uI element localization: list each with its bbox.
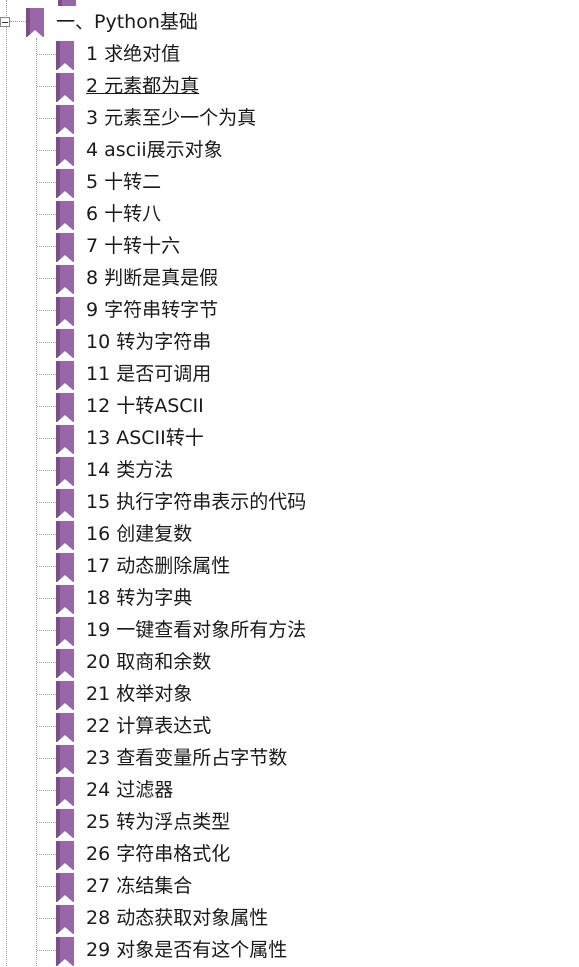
bookmark-icon bbox=[56, 361, 74, 391]
bookmark-icon bbox=[56, 265, 74, 295]
tree-connector bbox=[37, 182, 56, 183]
tree-connector bbox=[37, 854, 56, 855]
tree-node-item[interactable]: 28 动态获取对象属性 bbox=[86, 906, 268, 930]
tree-connector bbox=[37, 694, 56, 695]
bookmark-icon bbox=[56, 649, 74, 679]
bookmark-icon bbox=[56, 585, 74, 615]
tree-connector bbox=[37, 406, 56, 407]
tree-node-item[interactable]: 18 转为字典 bbox=[86, 586, 192, 610]
bookmark-icon bbox=[56, 713, 74, 743]
tree-node-item[interactable]: 25 转为浮点类型 bbox=[86, 810, 230, 834]
tree-node-item[interactable]: 6 十转八 bbox=[86, 202, 161, 226]
bookmark-icon bbox=[56, 905, 74, 935]
tree-connector bbox=[37, 86, 56, 87]
tree-connector bbox=[37, 662, 56, 663]
tree-node-item[interactable]: 27 冻结集合 bbox=[86, 874, 192, 898]
bookmark-icon bbox=[56, 681, 74, 711]
tree-connector bbox=[37, 822, 56, 823]
bookmark-icon bbox=[56, 137, 74, 167]
tree-node-item[interactable]: 14 类方法 bbox=[86, 458, 173, 482]
tree-node-item[interactable]: 12 十转ASCII bbox=[86, 394, 204, 418]
bookmark-icon bbox=[56, 201, 74, 231]
tree-connector bbox=[37, 150, 56, 151]
tree-connector bbox=[37, 54, 56, 55]
tree-node-item[interactable]: 23 查看变量所占字节数 bbox=[86, 746, 287, 770]
tree-guide-line bbox=[6, 0, 7, 966]
tree-node-item[interactable]: 22 计算表达式 bbox=[86, 714, 211, 738]
tree-connector bbox=[37, 726, 56, 727]
tree-connector bbox=[37, 886, 56, 887]
tree-node-item[interactable]: 11 是否可调用 bbox=[86, 362, 211, 386]
tree-connector bbox=[37, 118, 56, 119]
bookmark-icon bbox=[56, 873, 74, 903]
tree-node-item[interactable]: 4 ascii展示对象 bbox=[86, 138, 223, 162]
tree-node-item[interactable]: 19 一键查看对象所有方法 bbox=[86, 618, 306, 642]
tree-connector bbox=[37, 342, 56, 343]
tree-connector bbox=[37, 310, 56, 311]
tree-connector bbox=[37, 950, 56, 951]
bookmark-icon bbox=[56, 105, 74, 135]
tree-node-item[interactable]: 13 ASCII转十 bbox=[86, 426, 204, 450]
tree-connector bbox=[37, 374, 56, 375]
bookmark-icon bbox=[56, 521, 74, 551]
bookmark-icon bbox=[56, 457, 74, 487]
bookmark-icon bbox=[56, 425, 74, 455]
tree-connector bbox=[37, 598, 56, 599]
tree-node-item[interactable]: 10 转为字符串 bbox=[86, 330, 211, 354]
bookmark-icon bbox=[56, 297, 74, 327]
bookmark-icon bbox=[56, 841, 74, 871]
tree-node-item[interactable]: 29 对象是否有这个属性 bbox=[86, 938, 287, 962]
tree-node-item[interactable]: 20 取商和余数 bbox=[86, 650, 211, 674]
tree-connector bbox=[37, 630, 56, 631]
tree-node-item[interactable]: 17 动态删除属性 bbox=[86, 554, 230, 578]
bookmark-icon bbox=[56, 393, 74, 423]
bookmark-icon bbox=[26, 8, 44, 38]
bookmark-icon bbox=[56, 169, 74, 199]
bookmark-icon bbox=[56, 617, 74, 647]
tree-node-root[interactable]: 一、Python基础 bbox=[56, 10, 198, 34]
tree-node-item[interactable]: 26 字符串格式化 bbox=[86, 842, 230, 866]
tree-connector bbox=[37, 534, 56, 535]
bookmark-icon bbox=[56, 73, 74, 103]
tree-node-item[interactable]: 16 创建复数 bbox=[86, 522, 192, 546]
tree-node-item[interactable]: 21 枚举对象 bbox=[86, 682, 192, 706]
tree-connector bbox=[37, 758, 56, 759]
tree-node-item[interactable]: 5 十转二 bbox=[86, 170, 161, 194]
bookmark-icon bbox=[58, 0, 76, 6]
tree-node-item[interactable]: 7 十转十六 bbox=[86, 234, 180, 258]
tree-node-item[interactable]: 9 字符串转字节 bbox=[86, 298, 218, 322]
collapse-toggle-icon[interactable] bbox=[0, 17, 10, 27]
tree-connector bbox=[37, 278, 56, 279]
bookmark-icon bbox=[56, 777, 74, 807]
tree-node-item[interactable]: 24 过滤器 bbox=[86, 778, 173, 802]
bookmark-icon bbox=[56, 809, 74, 839]
tree-node-item[interactable]: 8 判断是真是假 bbox=[86, 266, 218, 290]
tree-connector bbox=[37, 790, 56, 791]
bookmark-icon bbox=[56, 233, 74, 263]
tree-connector bbox=[37, 246, 56, 247]
tree-node-item[interactable]: 1 求绝对值 bbox=[86, 42, 180, 66]
tree-connector bbox=[10, 21, 26, 22]
tree-connector bbox=[37, 470, 56, 471]
bookmark-icon bbox=[56, 329, 74, 359]
tree-node-item[interactable]: 15 执行字符串表示的代码 bbox=[86, 490, 306, 514]
tree-node-item[interactable]: 3 元素至少一个为真 bbox=[86, 106, 256, 130]
bookmark-icon bbox=[56, 553, 74, 583]
tree-connector bbox=[37, 502, 56, 503]
bookmark-icon bbox=[56, 745, 74, 775]
tree-connector bbox=[37, 918, 56, 919]
tree-node-item[interactable]: 2 元素都为真 bbox=[86, 74, 199, 98]
tree-connector bbox=[37, 214, 56, 215]
bookmark-icon bbox=[56, 937, 74, 967]
bookmark-icon bbox=[56, 489, 74, 519]
tree-connector bbox=[37, 566, 56, 567]
tree-connector bbox=[37, 438, 56, 439]
bookmark-icon bbox=[56, 41, 74, 71]
